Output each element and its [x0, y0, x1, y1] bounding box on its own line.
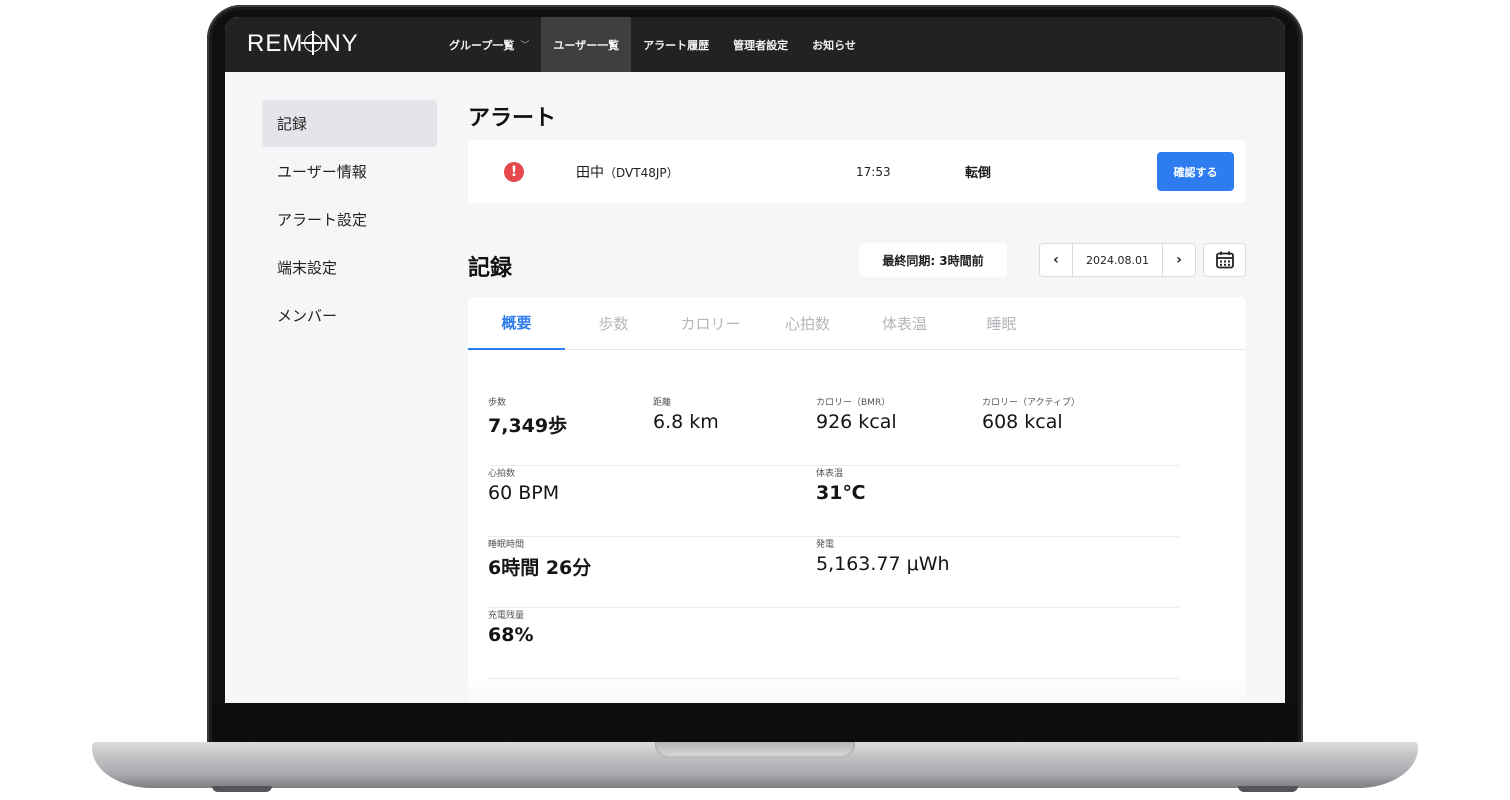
- tab-sleep[interactable]: 睡眠: [953, 297, 1050, 350]
- calendar-button[interactable]: [1203, 243, 1246, 277]
- alert-section-title: アラート: [468, 106, 557, 131]
- records-title: 記録: [468, 256, 513, 281]
- nav-item-admin-settings[interactable]: 管理者設定: [721, 17, 800, 72]
- metric-sleep-time: 睡眠時間 6時間 26分: [488, 537, 591, 580]
- brand-logo-left: REM: [247, 30, 304, 57]
- alert-time: 17:53: [856, 164, 891, 179]
- metric-label: 心拍数: [488, 469, 516, 479]
- metric-row: 心拍数 60 BPM 体表温 31℃: [488, 466, 1179, 537]
- confirm-alert-button[interactable]: 確認する: [1157, 152, 1234, 191]
- record-tabs: 概要 歩数 カロリー 心拍数 体表温 睡眠: [468, 297, 1246, 350]
- metric-heart-rate: 心拍数 60 BPM: [488, 466, 559, 504]
- next-date-button[interactable]: ›: [1163, 244, 1195, 276]
- top-nav-items: グループ一覧 ﹀ ユーザー一覧 アラート履歴 管理者設定 お知らせ: [437, 17, 868, 72]
- chevron-down-icon: ﹀: [520, 41, 530, 51]
- tab-overview[interactable]: 概要: [468, 297, 565, 350]
- sidebar-item-device-settings[interactable]: 端末設定: [262, 244, 437, 291]
- metric-value: 60 BPM: [488, 482, 560, 504]
- metric-label: 充電残量: [488, 611, 525, 621]
- metric-value: 6.8 km: [653, 411, 719, 433]
- metric-label: カロリー（アクティブ）: [982, 398, 1081, 408]
- brand-logo-right: NY: [323, 30, 359, 57]
- card-bottom-fade: [468, 677, 1246, 703]
- sidebar: 記録 ユーザー情報 アラート設定 端末設定 メンバー: [262, 100, 437, 340]
- current-date[interactable]: 2024.08.01: [1072, 244, 1163, 276]
- metric-battery: 充電残量 68%: [488, 608, 533, 646]
- metric-row: 充電残量 68%: [488, 608, 1179, 679]
- metric-value: 31℃: [816, 482, 866, 504]
- prev-date-button[interactable]: ‹: [1040, 244, 1072, 276]
- nav-item-notices[interactable]: お知らせ: [800, 17, 868, 72]
- nav-item-user-list[interactable]: ユーザー一覧: [541, 17, 632, 72]
- alert-type: 転倒: [965, 166, 992, 181]
- nav-item-label: グループ一覧: [449, 38, 515, 52]
- nav-item-label: ユーザー一覧: [553, 38, 620, 52]
- tab-steps[interactable]: 歩数: [565, 297, 662, 350]
- metric-value: 926 kcal: [816, 411, 897, 433]
- metric-distance: 距離 6.8 km: [653, 395, 719, 433]
- record-card: 概要 歩数 カロリー 心拍数 体表温 睡眠 歩数 7,349歩 距離 6.8 k…: [468, 297, 1246, 703]
- metric-calorie-active: カロリー（アクティブ） 608 kcal: [982, 395, 1080, 433]
- last-sync-status: 最終同期: 3時間前: [859, 243, 1007, 277]
- sidebar-item-members[interactable]: メンバー: [262, 292, 437, 339]
- alert-card: ! 田中（DVT48JP） 17:53 転倒 確認する: [468, 140, 1246, 203]
- date-navigator: ‹ 2024.08.01 ›: [1039, 243, 1196, 277]
- main-content: アラート ! 田中（DVT48JP） 17:53 転倒 確認する 記録 最終同期…: [468, 100, 1246, 703]
- nav-item-group-list[interactable]: グループ一覧 ﹀: [437, 17, 541, 72]
- nav-item-label: アラート履歴: [643, 38, 710, 52]
- brand-logo[interactable]: REM NY: [247, 30, 359, 58]
- tab-heart-rate[interactable]: 心拍数: [759, 297, 856, 350]
- alert-device-code: （DVT48JP）: [604, 165, 679, 180]
- metric-label: 距離: [653, 398, 672, 408]
- alert-user-name: 田中: [576, 164, 604, 181]
- metric-value: 5,163.77 μWh: [816, 553, 950, 575]
- metric-body-temperature: 体表温 31℃: [816, 466, 865, 504]
- metric-value: 7,349歩: [488, 415, 568, 437]
- tab-calories[interactable]: カロリー: [662, 297, 759, 350]
- metric-power-generation: 発電 5,163.77 μWh: [816, 537, 950, 575]
- calendar-icon: [1215, 251, 1234, 269]
- laptop-foot-right: [1238, 786, 1298, 792]
- sidebar-item-user-info[interactable]: ユーザー情報: [262, 148, 437, 195]
- metric-value: 6時間 26分: [488, 557, 592, 579]
- alert-exclamation-icon: !: [504, 161, 524, 182]
- metric-value: 68%: [488, 624, 534, 646]
- laptop-foot-left: [212, 786, 272, 792]
- metric-calorie-bmr: カロリー（BMR） 926 kcal: [816, 395, 897, 433]
- metric-label: 体表温: [816, 469, 844, 479]
- nav-item-alert-history[interactable]: アラート履歴: [631, 17, 721, 72]
- metric-value: 608 kcal: [982, 411, 1063, 433]
- metric-row: 歩数 7,349歩 距離 6.8 km カロリー（BMR） 926 kcal カ…: [488, 395, 1179, 466]
- metric-label: 歩数: [488, 398, 507, 408]
- metric-label: カロリー（BMR）: [816, 398, 891, 408]
- top-nav-bar: REM NY グループ一覧 ﹀ ユーザー一覧 アラート履歴 管理者設定 お知らせ: [225, 17, 1285, 72]
- metric-label: 発電: [816, 540, 835, 550]
- metric-label: 睡眠時間: [488, 540, 525, 550]
- metric-row: 睡眠時間 6時間 26分 発電 5,163.77 μWh: [488, 537, 1179, 608]
- laptop-chin: [212, 703, 1298, 743]
- sidebar-item-records[interactable]: 記録: [262, 100, 437, 147]
- tab-body-temperature[interactable]: 体表温: [856, 297, 953, 350]
- sidebar-item-alert-settings[interactable]: アラート設定: [262, 196, 437, 243]
- alert-user: 田中（DVT48JP）: [576, 162, 679, 182]
- nav-item-label: お知らせ: [812, 38, 856, 52]
- crosshair-logo-icon: [301, 31, 326, 55]
- metric-steps: 歩数 7,349歩: [488, 395, 567, 438]
- nav-item-label: 管理者設定: [733, 38, 789, 52]
- laptop-opening-notch: [655, 742, 855, 758]
- laptop-screen: REM NY グループ一覧 ﹀ ユーザー一覧 アラート履歴 管理者設定 お知らせ …: [225, 17, 1285, 703]
